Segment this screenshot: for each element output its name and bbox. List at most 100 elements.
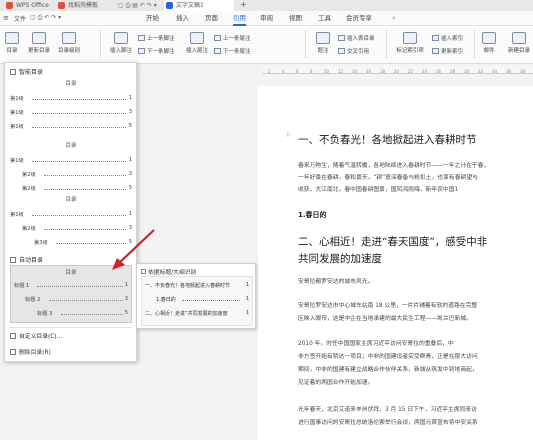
tooltip-entry-label: 1.春日的 (156, 297, 176, 303)
menu-tab-insert[interactable]: 插入 (176, 13, 189, 24)
toc-style-auto[interactable]: 目录 标题 1 1 标题 2 3 标题 3 5 (10, 265, 132, 323)
subheading: 1.春日的 (298, 211, 327, 219)
document-icon (166, 2, 173, 9)
tooltip-entry-label: 一、不负春光！各地掀起进入春耕时节 (145, 283, 231, 289)
mark-index-label: 标记索引项 (396, 48, 424, 54)
toc-leader (32, 215, 126, 216)
menu-tab-page[interactable]: 页面 (205, 13, 218, 24)
delete-toc-label: 删除目录(R) (19, 350, 51, 356)
update-index-button[interactable]: 更新索引 (432, 47, 463, 55)
horizontal-ruler[interactable]: 2 4 6 8 10 12 14 16 18 20 22 24 26 28 30 32 34 36 38 (262, 66, 533, 74)
insert-table-of-figures-button[interactable]: 插入表目录 (338, 34, 375, 42)
toc-entry-page: 3 (128, 109, 132, 115)
prev-footnote-label: 上一条脚注 (147, 36, 175, 42)
paragraph-handle-icon[interactable]: ⠿ (286, 132, 290, 139)
next-endnote-button[interactable]: 下一条尾注 (214, 47, 251, 55)
mail-button[interactable]: 邮件 (480, 32, 498, 54)
toc-entry-label: 第1级 (10, 110, 24, 116)
toc-entry-label: 第1级 (10, 212, 24, 218)
ruler-tick: 22 (408, 69, 414, 74)
wps-logo-icon (6, 2, 13, 9)
new-toc-button[interactable]: 新建目录 (506, 32, 532, 54)
prev-endnote-button[interactable]: 上一条尾注 (214, 34, 251, 42)
paragraph-line: 安哥拉都罗安达的城市风光。 (298, 279, 374, 285)
menu-tab-tools[interactable]: 工具 (318, 13, 331, 24)
document-page[interactable]: 一、不负春光！各地掀起进入春耕时节 春来万物生，随着气温转暖，各地陆续进入春耕时… (258, 86, 533, 440)
paragraph-line: 期间，中非的国建有建立战略合作伙伴关系，新城从筑发中到地商起， (298, 367, 478, 373)
search-icon[interactable]: ⌕ (392, 14, 396, 23)
ruler-tick: 38 (520, 69, 526, 74)
toc-leader (44, 189, 126, 190)
ribbon-divider (100, 30, 101, 58)
insert-endnote-label: 插入尾注 (185, 48, 208, 54)
cross-reference-button[interactable]: 交叉引用 (338, 47, 369, 55)
ribbon-divider (474, 30, 475, 58)
auto-toc-header: 自动目录 (10, 255, 43, 264)
toc-level-icon (62, 32, 76, 44)
tab-label: WPS Office (16, 2, 49, 9)
delete-toc-icon (10, 349, 16, 355)
toc-leader (61, 314, 123, 315)
toc-leader (32, 127, 126, 128)
insert-endnote-button[interactable]: 插入尾注 (184, 32, 210, 54)
toc-entry-label: 标题 2 (25, 297, 41, 303)
heading-2-line1: 二、心相近！走进“春天国度”，感受中非 (298, 236, 488, 248)
ruler-tick: 34 (492, 69, 498, 74)
tab-wps-office[interactable]: WPS Office (4, 0, 56, 11)
menu-tab-review[interactable]: 审阅 (260, 13, 273, 24)
toc-entry-label: 标题 1 (14, 283, 30, 289)
menu-file[interactable]: 文件 (14, 14, 26, 23)
insert-index-button[interactable]: 插入索引 (432, 34, 463, 42)
tab-template[interactable]: 找稻壳模板 (56, 0, 112, 11)
menu-bar: ≡ 文件 ▢ ⎙ ↶ ↷ ▾ 开始 插入 页面 引用 审阅 视图 工具 会员专享… (0, 11, 533, 26)
auto-toc-label: 自动目录 (19, 257, 44, 264)
toc-entry-page: 5 (128, 123, 132, 129)
prev-footnote-button[interactable]: 上一条脚注 (138, 34, 175, 42)
ruler-tick: 8 (310, 69, 313, 74)
toc-level-button[interactable]: 目录级别 (56, 32, 82, 54)
mark-index-button[interactable]: 标记索引项 (394, 32, 426, 54)
tab-document[interactable]: 文字文稿1 (164, 0, 234, 11)
tooltip-entry-page: 1 (246, 296, 250, 302)
ruler-tick: 30 (464, 69, 470, 74)
toc-style-1[interactable]: 目录 第1级 1 第1级 3 第1级 5 (10, 77, 132, 139)
new-tab-button[interactable]: + (240, 0, 247, 9)
ruler-tick: 24 (422, 69, 428, 74)
toc-style-2[interactable]: 目录 第1级 1 第2级 3 第2级 5 (10, 139, 132, 201)
paragraph-line: 安哥拉罗安达市中心城车站南 18 公里，一片片铺着有软的道路在完整 (298, 303, 478, 309)
endnote-icon (190, 32, 204, 44)
toc-entry-page: 1 (128, 95, 132, 101)
toc-entry-label: 第1级 (10, 158, 24, 164)
table-of-figures-icon (338, 35, 345, 41)
toc-entry-page: 5 (124, 310, 128, 316)
ribbon-divider (305, 30, 306, 58)
insert-footnote-button[interactable]: 插入脚注 (108, 32, 134, 54)
menu-divider (9, 327, 132, 328)
paragraph-line: 非方签开始有赞达一项目；中非的国建设者实受群青，正是在那大访问 (298, 354, 478, 360)
toc-entry-label: 第1级 (10, 124, 24, 130)
tab-label: 文字文稿1 (176, 2, 204, 9)
quick-tools-icon[interactable]: ▢ ⎙ ↶ ↷ ▾ (30, 14, 61, 22)
hamburger-icon[interactable]: ≡ (3, 14, 9, 22)
update-toc-label: 更新目录 (27, 48, 50, 54)
update-toc-button[interactable]: 更新目录 (26, 32, 52, 54)
caption-button[interactable]: 题注 (314, 32, 332, 54)
ribbon-references: 目录 更新目录 目录级别 插入脚注 上一条脚注 下一条脚注 插入尾注 上一条尾注… (0, 26, 533, 64)
cross-reference-label: 交叉引用 (347, 49, 370, 55)
next-endnote-label: 下一条尾注 (223, 49, 251, 55)
caption-label: 题注 (317, 48, 329, 54)
toc-leader (37, 286, 123, 287)
menu-tab-references[interactable]: 引用 (233, 13, 246, 26)
title-bar: WPS Office 找稻壳模板 ▢ ⎙ ▤ ↶ ↷ ▾ 文字文稿1 + (0, 0, 533, 11)
menu-tab-member[interactable]: 会员专享 (346, 13, 372, 24)
next-endnote-icon (214, 48, 221, 54)
delete-toc-item[interactable]: 删除目录(R) (10, 347, 51, 356)
tab-label: 找稻壳模板 (68, 2, 99, 9)
toc-button[interactable]: 目录 (3, 32, 21, 54)
insert-index-icon (432, 35, 439, 41)
next-footnote-button[interactable]: 下一条脚注 (138, 47, 175, 55)
menu-tab-view[interactable]: 视图 (289, 13, 302, 24)
custom-toc-item[interactable]: 自定义目录(C)... (10, 331, 62, 340)
insert-footnote-label: 插入脚注 (109, 48, 132, 54)
menu-tab-home[interactable]: 开始 (146, 13, 159, 24)
